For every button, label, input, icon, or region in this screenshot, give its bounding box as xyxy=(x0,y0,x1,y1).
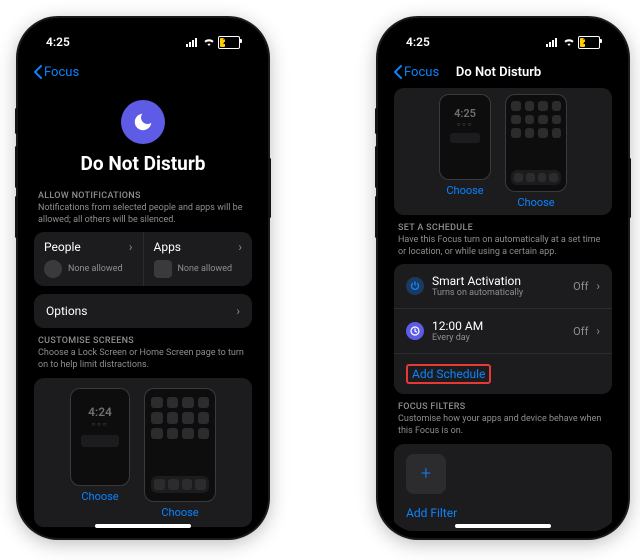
chevron-right-icon: › xyxy=(129,240,133,254)
back-label: Focus xyxy=(44,65,79,80)
home-indicator[interactable] xyxy=(455,524,551,528)
allow-section-subtitle: Notifications from selected people and a… xyxy=(24,203,262,232)
page-title: Do Not Disturb xyxy=(24,152,262,175)
dnd-hero-icon xyxy=(121,100,165,144)
app-placeholder-icon xyxy=(154,260,172,278)
choose-lock-link[interactable]: Choose xyxy=(446,184,483,197)
choose-lock-link[interactable]: Choose xyxy=(81,490,118,503)
add-filter-tile[interactable]: + xyxy=(406,454,446,494)
schedule-section-title: Set a Schedule xyxy=(384,223,622,235)
lock-screen-preview: 4:25 ○○○ xyxy=(439,94,491,180)
time-schedule-sublabel: Every day xyxy=(432,333,565,343)
options-row[interactable]: Options › xyxy=(34,294,252,328)
home-screen-preview xyxy=(505,94,567,192)
chevron-right-icon: › xyxy=(236,304,240,318)
schedule-card: Smart Activation Turns on automatically … xyxy=(394,264,612,394)
time-schedule-row[interactable]: 12:00 AM Every day Off › xyxy=(394,308,612,353)
battery-icon: 21 xyxy=(578,36,600,49)
schedule-section-subtitle: Have this Focus turn on automatically at… xyxy=(384,235,622,264)
home-screen-preview xyxy=(144,388,216,502)
apps-cell[interactable]: Apps › None allowed xyxy=(144,232,253,286)
screens-section-subtitle: Choose a Lock Screen or Home Screen page… xyxy=(24,348,262,377)
time-schedule-value: Off xyxy=(573,325,588,338)
screens-section-title: Customise Screens xyxy=(24,336,262,348)
signal-icon xyxy=(546,37,560,47)
lock-screen-option[interactable]: 4:25 ○○○ Choose xyxy=(439,94,491,209)
chevron-right-icon: › xyxy=(238,240,242,254)
phone-left: 4:25 21 Focus Do Not Distur xyxy=(18,18,268,538)
people-cell[interactable]: People › None allowed xyxy=(34,232,144,286)
signal-icon xyxy=(186,37,200,47)
chevron-left-icon xyxy=(34,65,42,79)
smart-activation-row[interactable]: Smart Activation Turns on automatically … xyxy=(394,264,612,308)
people-label: People xyxy=(44,240,81,254)
power-icon xyxy=(406,277,424,295)
status-bar: 4:25 21 xyxy=(384,32,622,52)
smart-activation-value: Off xyxy=(573,280,588,293)
status-time: 4:25 xyxy=(46,35,70,49)
wifi-icon xyxy=(202,37,216,47)
home-screen-option[interactable]: Choose xyxy=(505,94,567,209)
screens-card: 4:24 ○○○ Choose Choose xyxy=(34,378,252,527)
choose-home-link[interactable]: Choose xyxy=(161,506,198,519)
home-indicator[interactable] xyxy=(95,524,191,528)
filters-section-subtitle: Customise how your apps and device behav… xyxy=(384,414,622,443)
avatar-placeholder-icon xyxy=(44,260,62,278)
apps-value: None allowed xyxy=(178,264,233,274)
filters-card: + Add Filter xyxy=(394,444,612,531)
add-schedule-row[interactable]: Add Schedule xyxy=(394,353,612,394)
screens-card: 4:25 ○○○ Choose Choose xyxy=(394,88,612,215)
status-time: 4:25 xyxy=(406,35,430,49)
add-filter-link[interactable]: Add Filter xyxy=(406,506,457,520)
lock-screen-option[interactable]: 4:24 ○○○ Choose xyxy=(70,388,130,519)
plus-icon: + xyxy=(421,465,431,483)
wifi-icon xyxy=(562,37,576,47)
header-title: Do Not Disturb xyxy=(385,65,612,80)
clock-icon xyxy=(406,322,424,340)
allow-section-title: Allow Notifications xyxy=(24,191,262,203)
battery-icon: 21 xyxy=(218,36,240,49)
add-schedule-link[interactable]: Add Schedule xyxy=(406,364,491,384)
time-schedule-label: 12:00 AM xyxy=(432,319,565,333)
choose-home-link[interactable]: Choose xyxy=(517,196,554,209)
chevron-right-icon: › xyxy=(596,324,600,338)
options-card: Options › xyxy=(34,294,252,328)
apps-label: Apps xyxy=(154,240,182,254)
chevron-right-icon: › xyxy=(596,279,600,293)
back-button[interactable]: Focus xyxy=(34,65,79,80)
status-bar: 4:25 21 xyxy=(24,32,262,52)
lock-screen-preview: 4:24 ○○○ xyxy=(70,388,130,486)
nav-bar: Focus xyxy=(24,58,262,86)
phone-right: 4:25 21 Focus Do Not Disturb 4:25 xyxy=(378,18,628,538)
options-label: Options xyxy=(46,304,228,318)
nav-bar: Focus Do Not Disturb xyxy=(384,58,622,86)
people-value: None allowed xyxy=(68,264,123,274)
home-screen-option[interactable]: Choose xyxy=(144,388,216,519)
moon-icon xyxy=(132,111,154,133)
allow-card: People › None allowed Apps › None allowed xyxy=(34,232,252,286)
filters-section-title: Focus Filters xyxy=(384,402,622,414)
smart-activation-label: Smart Activation xyxy=(432,274,565,288)
smart-activation-sublabel: Turns on automatically xyxy=(432,288,565,298)
